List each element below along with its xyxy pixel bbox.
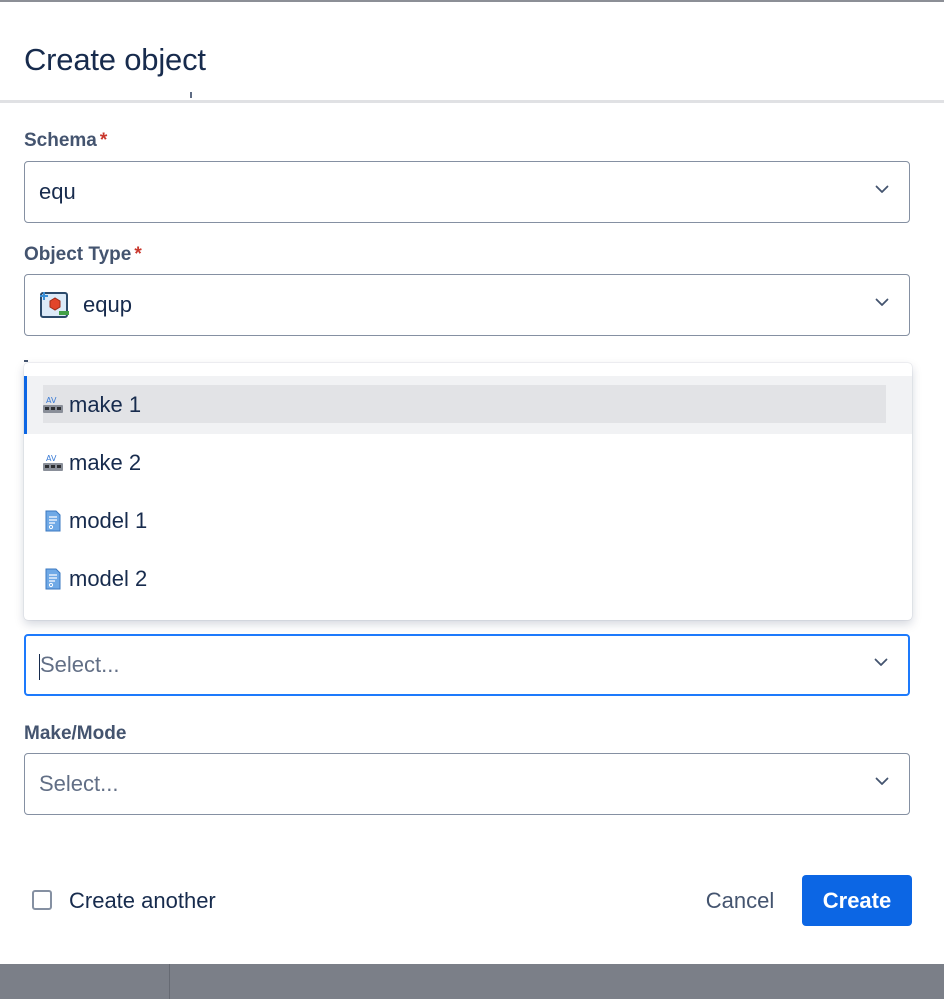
schema-select[interactable]: equ [24,161,910,223]
background-overlay [0,964,944,999]
menu-item-make-2[interactable]: AV make 2 [24,434,912,492]
schema-value: equ [39,179,76,204]
cancel-button[interactable]: Cancel [690,876,790,926]
selection-indicator [24,376,27,434]
dropdown-menu: AV make 1 AV make 2 model 1 model 2 [24,363,912,620]
make-mode-label: Make/Mode [24,723,127,744]
object-type-select[interactable]: equp [24,274,910,336]
chevron-down-icon [875,295,889,309]
menu-item-highlight [43,385,886,423]
selector-placeholder: Select... [40,652,120,677]
menu-item-make-1[interactable]: AV make 1 [24,376,912,434]
create-another-checkbox[interactable] [32,890,52,910]
cube-object-icon [39,289,71,321]
av-device-icon: AV [42,452,64,474]
menu-item-label: make 1 [69,392,142,417]
chevron-down-icon [875,774,889,788]
document-icon [42,510,64,532]
required-indicator: * [99,130,108,151]
make-mode-placeholder: Select... [39,771,119,796]
schema-label: Schema * [24,130,108,151]
scrolled-text-fragment [190,92,196,98]
background-divider [169,964,170,999]
svg-text:AV: AV [46,454,57,463]
svg-text:AV: AV [46,396,57,405]
menu-item-label: model 2 [69,566,148,591]
av-device-icon: AV [42,394,64,416]
menu-item-label: make 2 [69,450,142,475]
chevron-down-icon [874,655,888,669]
menu-item-model-2[interactable]: model 2 [24,550,912,608]
menu-item-label: model 1 [69,508,148,533]
object-type-label: Object Type * [24,244,142,265]
selector-select[interactable]: Select... [24,634,910,696]
create-button[interactable]: Create [802,875,912,926]
object-type-value: equp [83,292,132,317]
required-indicator: * [134,244,142,265]
document-icon [42,568,64,590]
make-mode-select[interactable]: Select... [24,753,910,815]
create-another-label[interactable]: Create another [69,888,216,914]
menu-item-model-1[interactable]: model 1 [24,492,912,550]
header-divider [0,100,944,103]
dialog-title: Create object [24,42,206,77]
chevron-down-icon [875,182,889,196]
